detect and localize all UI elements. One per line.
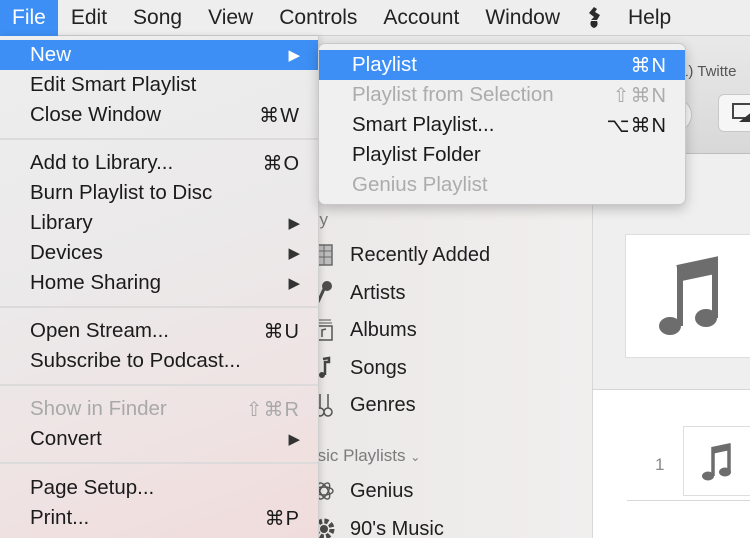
menu-item-label: Add to Library... — [30, 151, 174, 174]
menu-item-label: Print... — [30, 506, 90, 529]
sidebar-item-label: Recently Added — [350, 243, 491, 266]
menu-edit[interactable]: Edit — [58, 0, 120, 36]
menu-item-open-stream[interactable]: Open Stream... ⌘U — [0, 316, 318, 346]
music-playlists-header[interactable]: Music Playlists ⌄ — [294, 446, 460, 471]
menu-view[interactable]: View — [195, 0, 266, 36]
menu-item-devices[interactable]: Devices ▶ — [0, 238, 318, 268]
track-number: 1 — [655, 455, 665, 474]
sidebar: Library Recently Added Artists Albums So… — [276, 154, 593, 538]
submenu-arrow-icon: ▶ — [288, 275, 300, 292]
menu-song[interactable]: Song — [120, 0, 195, 36]
shortcut-label: ⇧⌘R — [245, 398, 300, 421]
airplay-button[interactable] — [718, 94, 750, 132]
shortcut-label: ⌥⌘N — [606, 114, 667, 137]
menu-separator — [0, 384, 318, 386]
menu-item-label: Edit Smart Playlist — [30, 73, 197, 96]
menu-file[interactable]: File — [0, 0, 58, 36]
menu-item-label: New — [30, 43, 72, 66]
library-header: Library — [276, 210, 372, 230]
menu-item-label: Subscribe to Podcast... — [30, 349, 241, 372]
shortcut-label: ⌘U — [263, 320, 300, 343]
menu-item-library[interactable]: Library ▶ — [0, 208, 318, 238]
menu-item-page-setup[interactable]: Page Setup... — [0, 473, 318, 503]
music-note-icon — [702, 443, 731, 481]
track-artwork[interactable] — [683, 426, 750, 496]
menu-item-label: Close Window — [30, 103, 162, 126]
submenu-item-genius-playlist: Genius Playlist — [319, 170, 685, 200]
menu-window[interactable]: Window — [472, 0, 573, 36]
shortcut-label: ⌘P — [264, 507, 300, 530]
sidebar-item-label: Artists — [350, 281, 406, 304]
menu-item-label: Page Setup... — [30, 476, 155, 499]
menu-item-add-to-library[interactable]: Add to Library... ⌘O — [0, 148, 318, 178]
sidebar-item-songs[interactable]: Songs — [310, 353, 407, 383]
shortcut-label: ⌘N — [630, 54, 667, 77]
menu-item-label: Playlist Folder — [352, 143, 481, 166]
menu-item-convert[interactable]: Convert ▶ — [0, 424, 318, 454]
menu-item-label: Smart Playlist... — [352, 113, 495, 136]
submenu-item-smart-playlist[interactable]: Smart Playlist... ⌥⌘N — [319, 110, 685, 140]
submenu-arrow-icon: ▶ — [288, 431, 300, 448]
airplay-icon — [732, 103, 750, 122]
menu-bar: File Edit Song View Controls Account Win… — [0, 0, 750, 36]
menu-item-label: Devices — [30, 241, 103, 264]
sidebar-item-albums[interactable]: Albums — [310, 315, 417, 345]
music-note-icon — [659, 256, 718, 335]
menu-separator — [0, 138, 318, 140]
playlist-artwork — [625, 234, 750, 358]
submenu-arrow-icon: ▶ — [288, 215, 300, 232]
menu-item-edit-smart-playlist[interactable]: Edit Smart Playlist — [0, 70, 318, 100]
menu-item-new[interactable]: New ▶ — [0, 40, 318, 70]
sidebar-item-artists[interactable]: Artists — [310, 278, 406, 308]
file-menu: New ▶ Edit Smart Playlist Close Window ⌘… — [0, 36, 319, 538]
new-submenu: Playlist ⌘N Playlist from Selection ⇧⌘N … — [318, 43, 686, 205]
menu-item-subscribe-podcast[interactable]: Subscribe to Podcast... — [0, 346, 318, 376]
menu-item-label: Convert — [30, 427, 102, 450]
menu-item-label: Genius Playlist — [352, 173, 488, 196]
menu-item-show-in-finder: Show in Finder ⇧⌘R — [0, 394, 318, 424]
window-title: 1) Twitte — [680, 63, 737, 80]
menu-item-label: Show in Finder — [30, 397, 167, 420]
sidebar-item-genius[interactable]: Genius — [310, 476, 413, 506]
shortcut-label: ⌘O — [262, 152, 300, 175]
submenu-item-playlist-folder[interactable]: Playlist Folder — [319, 140, 685, 170]
chevron-down-icon: ⌄ — [410, 450, 421, 464]
menu-separator — [0, 306, 318, 308]
menu-item-label: Library — [30, 211, 93, 234]
menu-item-burn-playlist[interactable]: Burn Playlist to Disc — [0, 178, 318, 208]
sidebar-item-recently-added[interactable]: Recently Added — [310, 240, 490, 270]
track-list: 1 — [593, 390, 750, 538]
menu-help[interactable]: Help — [615, 0, 684, 36]
content-area: 1 — [593, 154, 750, 538]
menu-controls[interactable]: Controls — [266, 0, 370, 36]
sidebar-item-label: Genius — [350, 479, 414, 502]
menu-account[interactable]: Account — [370, 0, 472, 36]
menu-item-home-sharing[interactable]: Home Sharing ▶ — [0, 268, 318, 298]
menu-item-close-window[interactable]: Close Window ⌘W — [0, 100, 318, 130]
menu-item-label: Burn Playlist to Disc — [30, 181, 213, 204]
menu-item-print[interactable]: Print... ⌘P — [0, 503, 318, 533]
shortcut-label: ⇧⌘N — [612, 84, 667, 107]
sidebar-item-label: 90's Music — [350, 517, 444, 538]
sidebar-item-label: Genres — [350, 393, 416, 416]
menu-separator — [0, 462, 318, 464]
sidebar-item-label: Songs — [350, 356, 407, 379]
script-menu-icon[interactable] — [573, 0, 615, 36]
menu-item-label: Playlist — [352, 53, 417, 76]
submenu-arrow-icon: ▶ — [288, 47, 300, 64]
submenu-item-playlist[interactable]: Playlist ⌘N — [319, 50, 685, 80]
row-divider — [627, 500, 750, 501]
submenu-item-playlist-from-selection: Playlist from Selection ⇧⌘N — [319, 80, 685, 110]
sidebar-item-genres[interactable]: Genres — [310, 390, 416, 420]
menu-item-label: Playlist from Selection — [352, 83, 554, 106]
submenu-arrow-icon: ▶ — [288, 245, 300, 262]
shortcut-label: ⌘W — [259, 104, 300, 127]
sidebar-item-label: Albums — [350, 318, 417, 341]
menu-item-label: Open Stream... — [30, 319, 170, 342]
menu-item-label: Home Sharing — [30, 271, 162, 294]
sidebar-item-90s-music[interactable]: 90's Music — [310, 514, 444, 538]
